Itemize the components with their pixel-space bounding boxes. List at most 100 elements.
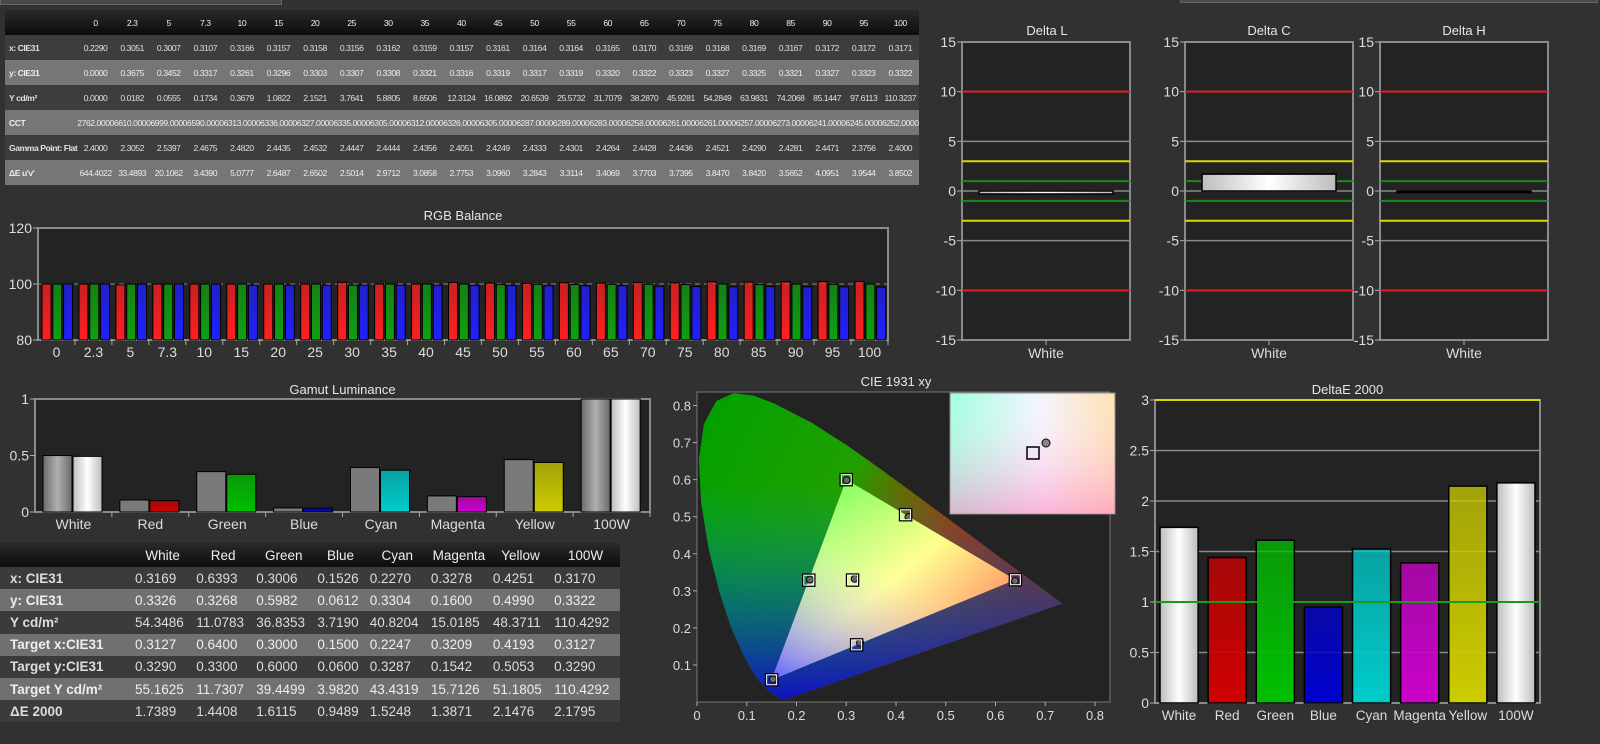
bar-measured bbox=[226, 473, 257, 513]
bar-blue bbox=[506, 284, 517, 341]
table-cell: 74.2068 bbox=[772, 85, 809, 110]
deltae-bar bbox=[1351, 548, 1392, 704]
table-cell: 2.6487 bbox=[260, 160, 297, 185]
bar-green bbox=[791, 283, 802, 341]
bar-blue bbox=[137, 283, 148, 341]
table-cell: 0.0182 bbox=[113, 85, 151, 110]
column-header: Magenta bbox=[427, 543, 490, 567]
x-tick-label: Blue bbox=[1310, 708, 1337, 723]
x-tick-label: 30 bbox=[344, 344, 360, 360]
table-cell: 33.4893 bbox=[113, 160, 151, 185]
table-cell: 6313.0000 bbox=[223, 110, 261, 135]
table-cell: 1.5248 bbox=[366, 700, 428, 723]
y-tick-label: -15 bbox=[1354, 332, 1374, 348]
bar-green bbox=[865, 283, 876, 341]
table-cell: 0.3170 bbox=[625, 35, 663, 60]
table-header-row: 0 2.3 5 7.3 10 15 20 25 30 35 40 45 50 55 60 65 70 75 80 85… bbox=[5, 10, 919, 35]
y-tick-label: 0 bbox=[1366, 183, 1374, 199]
table-cell: 0.3261 bbox=[223, 60, 261, 85]
table-cell: 0.6400 bbox=[193, 633, 254, 656]
bar-red bbox=[854, 280, 865, 341]
x-tick-label: 45 bbox=[455, 344, 471, 360]
table-cell: 0.0612 bbox=[314, 589, 367, 612]
y-tick-label: 15 bbox=[1358, 34, 1374, 50]
table-cell: 6610.0000 bbox=[113, 110, 151, 135]
bar-red bbox=[374, 283, 385, 341]
column-header: White bbox=[132, 543, 194, 567]
table-cell: 6261.0000 bbox=[662, 110, 700, 135]
x-tick-label: Magenta bbox=[431, 516, 486, 532]
column-header: 55 bbox=[552, 10, 590, 35]
table-cell: 16.0892 bbox=[479, 85, 517, 110]
bar-target bbox=[503, 459, 534, 513]
table-cell: 3.7190 bbox=[314, 611, 367, 634]
table-cell: 2762.0000 bbox=[77, 110, 114, 135]
table-cell: 2.4051 bbox=[443, 135, 480, 160]
table-cell: 0.3327 bbox=[808, 60, 846, 85]
bar-measured bbox=[610, 398, 641, 513]
bar-green bbox=[828, 283, 839, 341]
table-cell: 110.4292 bbox=[551, 611, 620, 634]
table-cell: 6241.0000 bbox=[808, 110, 846, 135]
table-cell: 0.3304 bbox=[366, 589, 428, 612]
row-label: y: CIE31 bbox=[0, 589, 132, 612]
table-cell: 15.7126 bbox=[427, 677, 490, 701]
table-cell: 6590.0000 bbox=[187, 110, 224, 135]
x-tick-label: Magenta bbox=[1393, 708, 1446, 723]
bar-green bbox=[237, 283, 248, 341]
bar-red bbox=[152, 283, 163, 341]
bar-measured bbox=[380, 469, 410, 513]
table-cell: 0.0600 bbox=[314, 655, 367, 678]
y-tick-label: -5 bbox=[1362, 233, 1375, 249]
table-cell: 6335.0000 bbox=[333, 110, 370, 135]
x-tick-label: 50 bbox=[492, 344, 508, 360]
table-cell: 3.0960 bbox=[479, 160, 517, 185]
inset-measured-point bbox=[1041, 438, 1051, 448]
column-header: 40 bbox=[443, 10, 480, 35]
table-cell: 0.0555 bbox=[150, 85, 188, 110]
y-tick-label: 1 bbox=[21, 391, 29, 407]
x-tick-label: 15 bbox=[233, 344, 249, 360]
column-header: 65 bbox=[625, 10, 663, 35]
row-label: Target y:CIE31 bbox=[0, 655, 132, 678]
row-label: Gamma Point: Flat bbox=[5, 135, 78, 160]
bar-green bbox=[52, 283, 63, 341]
table-cell: 1.4408 bbox=[193, 700, 254, 723]
y-tick-label: 0.4 bbox=[673, 547, 691, 562]
x-tick-label: 2.3 bbox=[84, 344, 104, 360]
table-cell: 2.4290 bbox=[735, 135, 773, 160]
y-tick-label: -5 bbox=[944, 233, 957, 249]
y-tick-label: 120 bbox=[9, 220, 33, 236]
table-cell: 2.1795 bbox=[551, 700, 620, 723]
table-cell: 3.4390 bbox=[187, 160, 224, 185]
table-cell: 6312.0000 bbox=[406, 110, 444, 135]
bar-red bbox=[817, 280, 828, 341]
bar-green bbox=[495, 284, 506, 341]
column-header: 0 bbox=[77, 10, 114, 35]
table-cell: 5.0777 bbox=[223, 160, 261, 185]
y-tick-label: -15 bbox=[936, 332, 956, 348]
bar-green bbox=[126, 283, 137, 341]
table-cell: 3.8502 bbox=[882, 160, 919, 185]
table-cell: 0.9489 bbox=[314, 700, 367, 723]
table-cell: 4.0951 bbox=[808, 160, 846, 185]
table-cell: 3.3114 bbox=[552, 160, 590, 185]
table-cell: 0.2270 bbox=[366, 567, 428, 590]
bar-target bbox=[42, 455, 73, 513]
table-cell: 3.8470 bbox=[699, 160, 736, 185]
table-cell: 0.3290 bbox=[551, 655, 620, 678]
table-cell: 63.9831 bbox=[735, 85, 773, 110]
row-label: x: CIE31 bbox=[5, 35, 78, 60]
table-cell: 2.4532 bbox=[296, 135, 334, 160]
row-label: Y cd/m² bbox=[5, 85, 78, 110]
column-header: 10 bbox=[223, 10, 261, 35]
x-tick-label: 40 bbox=[418, 344, 434, 360]
y-tick-label: 2 bbox=[1141, 493, 1149, 509]
bar-target bbox=[273, 507, 304, 513]
x-tick-label: Red bbox=[137, 516, 163, 532]
x-tick-label: White bbox=[56, 516, 92, 532]
y-tick-label: 0 bbox=[1141, 695, 1149, 711]
table-cell: 0.3209 bbox=[427, 633, 490, 656]
bar-red bbox=[78, 283, 89, 341]
table-cell: 2.4820 bbox=[223, 135, 261, 160]
